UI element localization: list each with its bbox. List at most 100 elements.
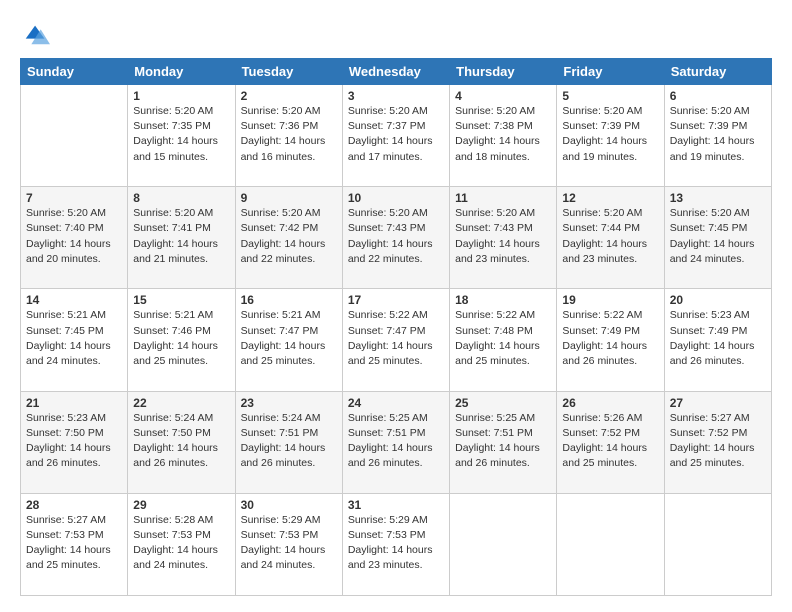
calendar-header-row: SundayMondayTuesdayWednesdayThursdayFrid… (21, 59, 772, 85)
page: SundayMondayTuesdayWednesdayThursdayFrid… (0, 0, 792, 612)
calendar-header-monday: Monday (128, 59, 235, 85)
day-info: Sunrise: 5:20 AMSunset: 7:41 PMDaylight:… (133, 206, 229, 267)
day-number: 6 (670, 89, 766, 103)
calendar-week-2: 7Sunrise: 5:20 AMSunset: 7:40 PMDaylight… (21, 187, 772, 289)
day-number: 8 (133, 191, 229, 205)
day-info: Sunrise: 5:22 AMSunset: 7:49 PMDaylight:… (562, 308, 658, 369)
day-info: Sunrise: 5:29 AMSunset: 7:53 PMDaylight:… (348, 513, 444, 574)
calendar-cell: 17Sunrise: 5:22 AMSunset: 7:47 PMDayligh… (342, 289, 449, 391)
calendar-header-wednesday: Wednesday (342, 59, 449, 85)
day-number: 14 (26, 293, 122, 307)
calendar-cell: 20Sunrise: 5:23 AMSunset: 7:49 PMDayligh… (664, 289, 771, 391)
day-number: 12 (562, 191, 658, 205)
day-info: Sunrise: 5:20 AMSunset: 7:40 PMDaylight:… (26, 206, 122, 267)
day-number: 29 (133, 498, 229, 512)
calendar-week-3: 14Sunrise: 5:21 AMSunset: 7:45 PMDayligh… (21, 289, 772, 391)
day-number: 10 (348, 191, 444, 205)
day-number: 24 (348, 396, 444, 410)
day-info: Sunrise: 5:20 AMSunset: 7:39 PMDaylight:… (562, 104, 658, 165)
logo-icon (22, 20, 50, 48)
calendar-cell (664, 493, 771, 595)
day-info: Sunrise: 5:21 AMSunset: 7:45 PMDaylight:… (26, 308, 122, 369)
calendar-cell: 10Sunrise: 5:20 AMSunset: 7:43 PMDayligh… (342, 187, 449, 289)
day-info: Sunrise: 5:20 AMSunset: 7:44 PMDaylight:… (562, 206, 658, 267)
day-info: Sunrise: 5:29 AMSunset: 7:53 PMDaylight:… (241, 513, 337, 574)
day-info: Sunrise: 5:25 AMSunset: 7:51 PMDaylight:… (455, 411, 551, 472)
calendar-cell: 6Sunrise: 5:20 AMSunset: 7:39 PMDaylight… (664, 85, 771, 187)
calendar-header-tuesday: Tuesday (235, 59, 342, 85)
day-number: 21 (26, 396, 122, 410)
day-info: Sunrise: 5:21 AMSunset: 7:47 PMDaylight:… (241, 308, 337, 369)
day-info: Sunrise: 5:23 AMSunset: 7:49 PMDaylight:… (670, 308, 766, 369)
day-number: 20 (670, 293, 766, 307)
day-info: Sunrise: 5:28 AMSunset: 7:53 PMDaylight:… (133, 513, 229, 574)
day-number: 15 (133, 293, 229, 307)
day-info: Sunrise: 5:20 AMSunset: 7:36 PMDaylight:… (241, 104, 337, 165)
calendar-cell: 24Sunrise: 5:25 AMSunset: 7:51 PMDayligh… (342, 391, 449, 493)
calendar-cell: 21Sunrise: 5:23 AMSunset: 7:50 PMDayligh… (21, 391, 128, 493)
calendar-cell: 3Sunrise: 5:20 AMSunset: 7:37 PMDaylight… (342, 85, 449, 187)
calendar-cell: 30Sunrise: 5:29 AMSunset: 7:53 PMDayligh… (235, 493, 342, 595)
day-number: 2 (241, 89, 337, 103)
calendar-cell: 15Sunrise: 5:21 AMSunset: 7:46 PMDayligh… (128, 289, 235, 391)
calendar-cell: 4Sunrise: 5:20 AMSunset: 7:38 PMDaylight… (450, 85, 557, 187)
calendar-cell: 18Sunrise: 5:22 AMSunset: 7:48 PMDayligh… (450, 289, 557, 391)
calendar-cell: 9Sunrise: 5:20 AMSunset: 7:42 PMDaylight… (235, 187, 342, 289)
calendar-cell: 25Sunrise: 5:25 AMSunset: 7:51 PMDayligh… (450, 391, 557, 493)
day-number: 19 (562, 293, 658, 307)
calendar-cell (557, 493, 664, 595)
calendar-cell: 23Sunrise: 5:24 AMSunset: 7:51 PMDayligh… (235, 391, 342, 493)
day-info: Sunrise: 5:20 AMSunset: 7:43 PMDaylight:… (348, 206, 444, 267)
calendar-cell: 2Sunrise: 5:20 AMSunset: 7:36 PMDaylight… (235, 85, 342, 187)
calendar-cell: 29Sunrise: 5:28 AMSunset: 7:53 PMDayligh… (128, 493, 235, 595)
calendar-week-1: 1Sunrise: 5:20 AMSunset: 7:35 PMDaylight… (21, 85, 772, 187)
calendar-header-saturday: Saturday (664, 59, 771, 85)
day-number: 7 (26, 191, 122, 205)
day-info: Sunrise: 5:24 AMSunset: 7:50 PMDaylight:… (133, 411, 229, 472)
day-number: 18 (455, 293, 551, 307)
day-info: Sunrise: 5:25 AMSunset: 7:51 PMDaylight:… (348, 411, 444, 472)
calendar-cell: 19Sunrise: 5:22 AMSunset: 7:49 PMDayligh… (557, 289, 664, 391)
day-number: 4 (455, 89, 551, 103)
day-number: 22 (133, 396, 229, 410)
day-number: 1 (133, 89, 229, 103)
day-info: Sunrise: 5:22 AMSunset: 7:48 PMDaylight:… (455, 308, 551, 369)
day-info: Sunrise: 5:20 AMSunset: 7:45 PMDaylight:… (670, 206, 766, 267)
day-number: 3 (348, 89, 444, 103)
day-number: 30 (241, 498, 337, 512)
calendar-cell: 13Sunrise: 5:20 AMSunset: 7:45 PMDayligh… (664, 187, 771, 289)
calendar-cell: 7Sunrise: 5:20 AMSunset: 7:40 PMDaylight… (21, 187, 128, 289)
day-info: Sunrise: 5:27 AMSunset: 7:52 PMDaylight:… (670, 411, 766, 472)
day-number: 13 (670, 191, 766, 205)
day-info: Sunrise: 5:23 AMSunset: 7:50 PMDaylight:… (26, 411, 122, 472)
header (20, 16, 772, 48)
day-number: 9 (241, 191, 337, 205)
calendar-header-friday: Friday (557, 59, 664, 85)
day-number: 26 (562, 396, 658, 410)
day-info: Sunrise: 5:20 AMSunset: 7:38 PMDaylight:… (455, 104, 551, 165)
calendar-week-4: 21Sunrise: 5:23 AMSunset: 7:50 PMDayligh… (21, 391, 772, 493)
calendar-cell: 1Sunrise: 5:20 AMSunset: 7:35 PMDaylight… (128, 85, 235, 187)
day-number: 17 (348, 293, 444, 307)
day-number: 27 (670, 396, 766, 410)
day-info: Sunrise: 5:21 AMSunset: 7:46 PMDaylight:… (133, 308, 229, 369)
calendar-table: SundayMondayTuesdayWednesdayThursdayFrid… (20, 58, 772, 596)
day-info: Sunrise: 5:22 AMSunset: 7:47 PMDaylight:… (348, 308, 444, 369)
calendar-cell (450, 493, 557, 595)
day-number: 11 (455, 191, 551, 205)
calendar-cell: 8Sunrise: 5:20 AMSunset: 7:41 PMDaylight… (128, 187, 235, 289)
calendar-week-5: 28Sunrise: 5:27 AMSunset: 7:53 PMDayligh… (21, 493, 772, 595)
calendar-header-sunday: Sunday (21, 59, 128, 85)
day-info: Sunrise: 5:20 AMSunset: 7:37 PMDaylight:… (348, 104, 444, 165)
day-info: Sunrise: 5:24 AMSunset: 7:51 PMDaylight:… (241, 411, 337, 472)
calendar-cell: 5Sunrise: 5:20 AMSunset: 7:39 PMDaylight… (557, 85, 664, 187)
day-number: 5 (562, 89, 658, 103)
day-info: Sunrise: 5:26 AMSunset: 7:52 PMDaylight:… (562, 411, 658, 472)
day-number: 23 (241, 396, 337, 410)
day-number: 25 (455, 396, 551, 410)
calendar-cell: 31Sunrise: 5:29 AMSunset: 7:53 PMDayligh… (342, 493, 449, 595)
calendar-cell: 12Sunrise: 5:20 AMSunset: 7:44 PMDayligh… (557, 187, 664, 289)
day-info: Sunrise: 5:20 AMSunset: 7:35 PMDaylight:… (133, 104, 229, 165)
day-number: 16 (241, 293, 337, 307)
calendar-cell: 11Sunrise: 5:20 AMSunset: 7:43 PMDayligh… (450, 187, 557, 289)
